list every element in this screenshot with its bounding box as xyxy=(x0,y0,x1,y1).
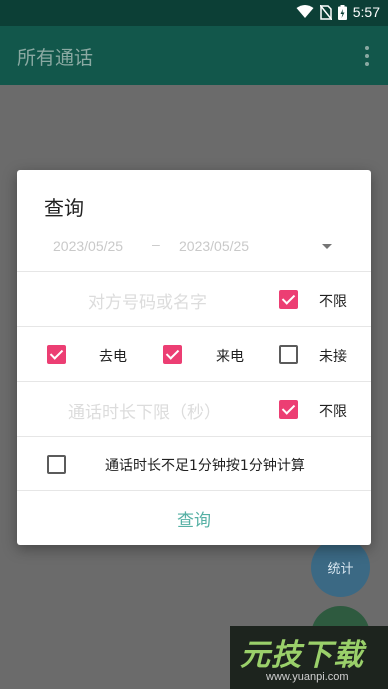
outgoing-label: 去电 xyxy=(99,349,127,365)
call-type-row: 去电 来电 未接 xyxy=(17,327,371,382)
date-to[interactable]: 2023/05/25 xyxy=(179,238,249,254)
name-input[interactable]: 对方号码或名字 xyxy=(88,288,207,313)
date-from[interactable]: 2023/05/25 xyxy=(53,238,123,254)
stats-fab-label: 统计 xyxy=(327,562,354,577)
duration-input[interactable]: 通话时长下限（秒） xyxy=(68,398,221,423)
name-filter-row: 对方号码或名字 不限 xyxy=(17,272,371,327)
round-up-row: 通话时长不足1分钟按1分钟计算 xyxy=(17,437,371,491)
date-separator: – xyxy=(152,236,160,252)
query-dialog: 查询 2023/05/25 – 2023/05/25 对方号码或名字 不限 去电… xyxy=(17,170,371,545)
more-vert-icon[interactable] xyxy=(364,46,370,70)
name-unlimited-checkbox[interactable] xyxy=(279,290,298,309)
duration-filter-row: 通话时长下限（秒） 不限 xyxy=(17,382,371,437)
round-up-label: 通话时长不足1分钟按1分钟计算 xyxy=(105,458,305,474)
app-bar: 所有通话 xyxy=(0,26,388,85)
outgoing-checkbox[interactable] xyxy=(47,345,66,364)
stats-fab-button[interactable]: 统计 xyxy=(311,538,370,597)
watermark-logo: 元技下载 www.yuanpi.com xyxy=(230,626,388,689)
incoming-label: 来电 xyxy=(216,349,244,365)
query-button[interactable]: 查询 xyxy=(17,492,371,545)
missed-checkbox[interactable] xyxy=(279,345,298,364)
dropdown-arrow-icon[interactable] xyxy=(322,244,332,249)
round-up-checkbox[interactable] xyxy=(47,455,66,474)
name-unlimited-label: 不限 xyxy=(319,294,347,310)
incoming-checkbox[interactable] xyxy=(163,345,182,364)
date-range-selector[interactable]: 2023/05/25 – 2023/05/25 xyxy=(17,230,371,272)
dialog-title: 查询 xyxy=(44,196,84,220)
watermark-brand: 元技下载 xyxy=(240,638,364,673)
duration-unlimited-checkbox[interactable] xyxy=(279,400,298,419)
no-sim-icon xyxy=(319,4,332,20)
wifi-icon xyxy=(296,5,314,18)
status-bar: 5:57 xyxy=(0,0,388,26)
status-time: 5:57 xyxy=(352,4,380,20)
missed-label: 未接 xyxy=(319,349,347,365)
battery-charging-icon xyxy=(337,4,347,20)
duration-unlimited-label: 不限 xyxy=(319,404,347,420)
app-title: 所有通话 xyxy=(17,47,94,69)
watermark-url: www.yuanpi.com xyxy=(266,671,349,683)
